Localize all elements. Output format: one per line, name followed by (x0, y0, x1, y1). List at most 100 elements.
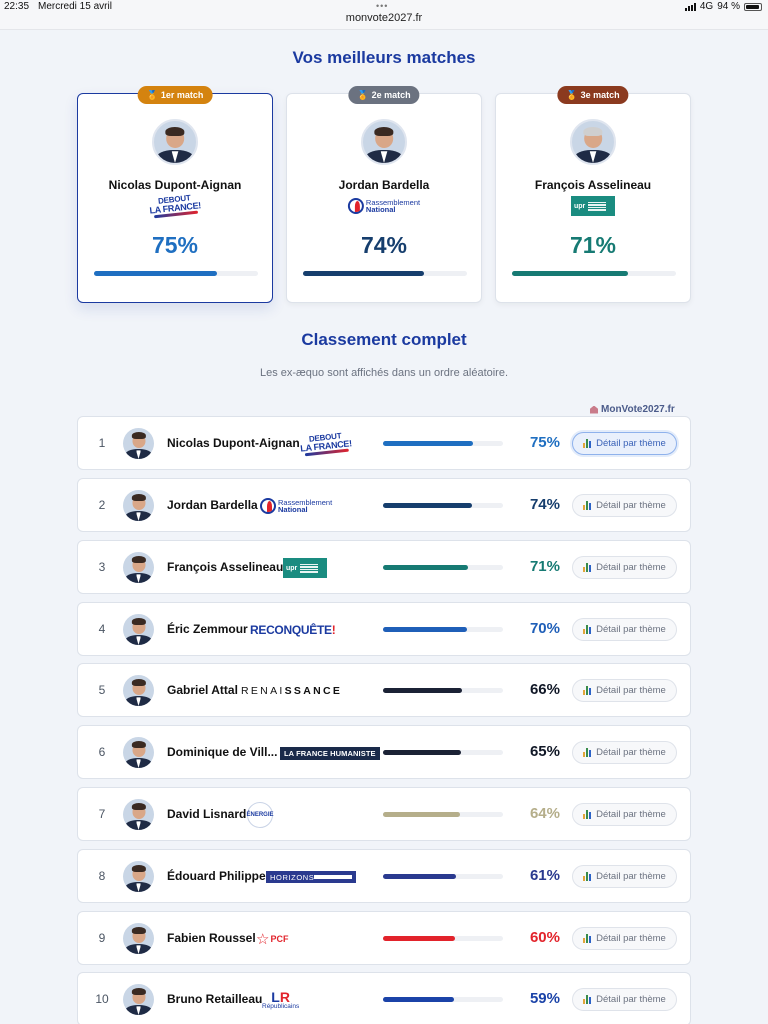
match-percent: 75% (151, 232, 199, 258)
detail-by-theme-button[interactable]: Détail par thème (572, 618, 677, 641)
detail-by-theme-button[interactable]: Détail par thème (572, 803, 677, 826)
detail-by-theme-button[interactable]: Détail par thème (572, 988, 677, 1011)
candidate-name: Bruno Retailleau (167, 992, 263, 1006)
party-logo: HORIZONS (266, 862, 356, 892)
match-percent: 65% (529, 743, 560, 760)
signal-icon (684, 2, 696, 11)
dlf-logo: DEBOUT LA FRANCE! (148, 193, 201, 219)
ranking-row: 4 Éric Zemmour RECONQUÊTE! 70% Détail par th… (77, 602, 691, 656)
lr-logo: LR Républicains (262, 988, 300, 1010)
match-percent: 70% (529, 620, 560, 637)
party-logo: ☆ PCF (256, 924, 288, 954)
detail-label: Détail par thème (596, 809, 666, 820)
ranking-row: 10 Bruno Retailleau LR Républicains 59% Détai… (77, 972, 691, 1024)
party-logo: Rassemblement National (260, 491, 332, 521)
multitask-dots-icon[interactable]: ••• (376, 1, 388, 11)
candidate-name: Fabien Roussel (167, 931, 256, 945)
detail-by-theme-button[interactable]: Détail par thème (572, 865, 677, 888)
bar-chart-icon (583, 872, 592, 881)
candidate-name: François Asselineau (534, 178, 652, 192)
ranking-row: 7 David Lisnard ÉNERGIE 64% Détail par thème (77, 787, 691, 841)
top-match-card-1[interactable]: 🏅 1er match Nicolas Dupont-Aignan DEBOUT L… (77, 86, 273, 303)
rank-number: 5 (98, 683, 106, 697)
battery-icon (744, 2, 762, 11)
detail-label: Détail par thème (596, 994, 666, 1005)
detail-by-theme-button[interactable]: Détail par thème (572, 679, 677, 702)
rank-number: 3 (98, 560, 106, 574)
ranking-row: 5 Gabriel Attal RENAISSANCE 66% Détail par t… (77, 663, 691, 717)
match-percent: 74% (529, 496, 560, 513)
energie-logo: ÉNERGIE (247, 802, 274, 828)
bar-chart-icon (583, 439, 592, 448)
rank-number: 10 (95, 992, 109, 1006)
party-logo: upr (283, 553, 327, 583)
site-watermark: MonVote2027.fr (590, 404, 675, 415)
match-progress-bar (383, 627, 503, 632)
candidate-name: Jordan Bardella (167, 498, 258, 512)
candidate-avatar (123, 490, 154, 521)
detail-by-theme-button[interactable]: Détail par thème (572, 741, 677, 764)
match-progress-bar (303, 271, 467, 276)
match-percent: 75% (529, 434, 560, 451)
match-badge: 🏅 2e match (348, 86, 420, 104)
detail-label: Détail par thème (596, 747, 666, 758)
ranking-row: 2 Jordan Bardella Rassemblement National 74%… (77, 478, 691, 532)
party-logo: RENAISSANCE (241, 676, 342, 706)
party-logo: Rassemblement National (347, 195, 420, 217)
candidate-avatar (123, 861, 154, 892)
bar-chart-icon (583, 563, 592, 572)
top-match-card-3[interactable]: 🏅 3e match François Asselineau upr 71% (495, 86, 691, 303)
detail-label: Détail par thème (596, 562, 666, 573)
network-label: 4G (699, 1, 714, 12)
ranking-title: Classement complet (301, 330, 467, 349)
match-progress-bar (512, 271, 676, 276)
detail-by-theme-button[interactable]: Détail par thème (572, 432, 677, 455)
detail-by-theme-button[interactable]: Détail par thème (572, 494, 677, 517)
rank-number: 1 (98, 436, 106, 450)
candidate-name: Éric Zemmour (167, 622, 248, 636)
detail-by-theme-button[interactable]: Détail par thème (572, 556, 677, 579)
address-bar-url[interactable]: monvote2027.fr (0, 12, 768, 24)
candidate-avatar (123, 799, 154, 830)
candidate-avatar (123, 923, 154, 954)
candidate-avatar (123, 737, 154, 768)
rank-number: 7 (98, 807, 106, 821)
rn-logo: Rassemblement National (260, 498, 332, 514)
detail-label: Détail par thème (596, 685, 666, 696)
candidate-avatar (123, 552, 154, 583)
candidate-name: Nicolas Dupont-Aignan (167, 436, 300, 450)
party-logo: ÉNERGIE (247, 800, 274, 830)
match-percent: 61% (529, 867, 560, 884)
match-progress-bar (383, 750, 503, 755)
match-percent: 71% (529, 558, 560, 575)
match-percent: 60% (529, 929, 560, 946)
detail-by-theme-button[interactable]: Détail par thème (572, 927, 677, 950)
bar-chart-icon (583, 686, 592, 695)
party-logo: DEBOUT LA FRANCE! (300, 429, 352, 459)
match-progress-bar (94, 271, 258, 276)
bar-chart-icon (583, 625, 592, 634)
medal-icon: 🏅 (357, 89, 369, 100)
match-badge: 🏅 1er match (137, 86, 213, 104)
house-icon (590, 405, 598, 414)
match-percent: 66% (529, 681, 560, 698)
la-france-humaniste-logo: LA FRANCE HUMANISTE (280, 746, 380, 760)
detail-label: Détail par thème (596, 624, 666, 635)
candidate-avatar (570, 119, 616, 165)
rank-number: 8 (98, 869, 106, 883)
upr-logo: upr (571, 196, 615, 216)
candidate-name: Dominique de Vill... (167, 745, 278, 759)
candidate-avatar (152, 119, 198, 165)
medal-icon: 🏅 (566, 89, 578, 100)
candidate-avatar (361, 119, 407, 165)
bar-chart-icon (583, 810, 592, 819)
ranking-row: 9 Fabien Roussel ☆ PCF 60% Détail par thème (77, 911, 691, 965)
candidate-name: David Lisnard (167, 807, 247, 821)
match-percent: 59% (529, 990, 560, 1007)
candidate-avatar (123, 428, 154, 459)
dlf-logo: DEBOUT LA FRANCE! (299, 431, 352, 457)
top-match-card-2[interactable]: 🏅 2e match Jordan Bardella Rassemblement N… (286, 86, 482, 303)
party-logo: RECONQUÊTE! (250, 615, 336, 645)
candidate-name: Jordan Bardella (338, 178, 430, 192)
match-progress-bar (383, 565, 503, 570)
